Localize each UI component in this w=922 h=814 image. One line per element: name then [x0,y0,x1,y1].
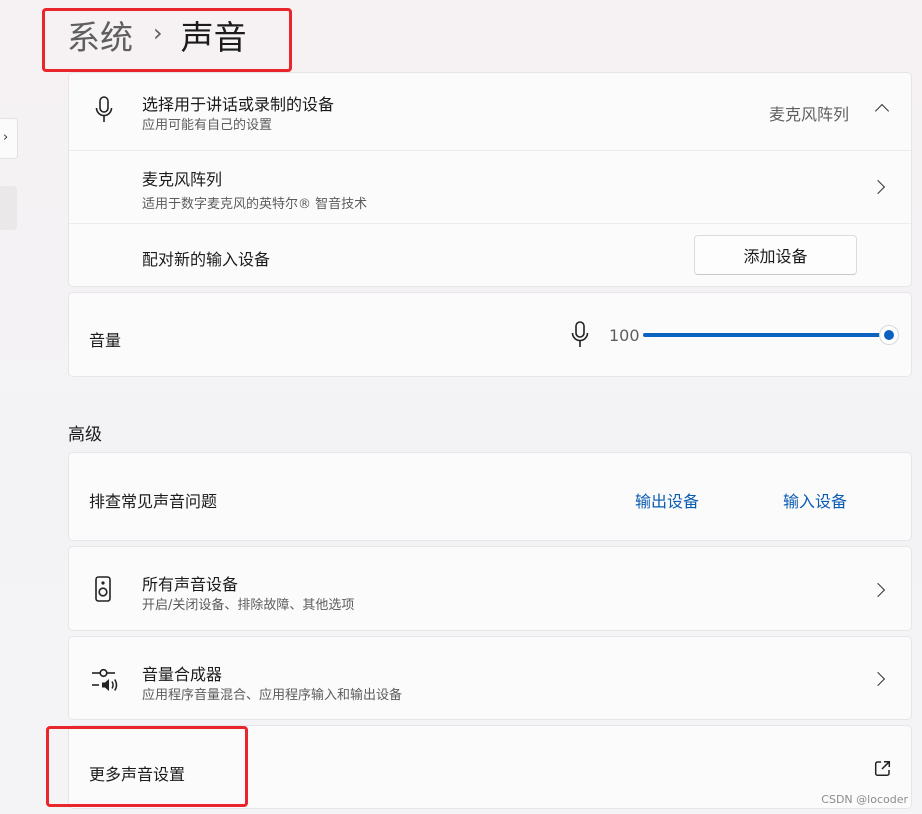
input-device-card: 选择用于讲话或录制的设备 应用可能有自己的设置 麦克风阵列 麦克风阵列 适用于数… [68,72,912,287]
volume-slider-track[interactable] [643,333,881,337]
chevron-right-icon [870,179,886,195]
highlight-box-title [42,8,292,72]
mixer-icon [92,668,118,691]
microphone-icon[interactable] [571,321,589,349]
device-row-subtitle: 适用于数字麦克风的英特尔® 智音技术 [142,197,368,212]
add-device-button[interactable]: 添加设备 [694,235,857,275]
mixer-subtitle: 应用程序音量混合、应用程序输入和输出设备 [142,688,403,703]
input-device-header[interactable]: 选择用于讲话或录制的设备 应用可能有自己的设置 麦克风阵列 [69,73,911,150]
chevron-right-icon [870,582,886,598]
volume-slider-thumb[interactable] [879,325,899,345]
mixer-title: 音量合成器 [142,665,223,684]
advanced-heading: 高级 [68,425,102,445]
chevron-right-icon [870,671,886,687]
volume-label: 音量 [89,331,122,350]
nav-back-icon: › [3,130,9,145]
volume-mixer-card[interactable]: 音量合成器 应用程序音量混合、应用程序输入和输出设备 [68,636,912,720]
input-device-title: 选择用于讲话或录制的设备 [142,95,335,114]
microphone-icon [95,96,113,122]
all-sound-devices-card[interactable]: 所有声音设备 开启/关闭设备、排除故障、其他选项 [68,546,912,631]
input-device-subtitle: 应用可能有自己的设置 [142,118,273,133]
device-row-mic-array[interactable]: 麦克风阵列 适用于数字麦克风的英特尔® 智音技术 [69,151,911,223]
troubleshoot-output-link[interactable]: 输出设备 [635,488,699,512]
watermark: CSDN @locoder [821,793,908,806]
speaker-icon [95,576,111,602]
open-external-icon [874,760,891,777]
volume-value: 100 [609,326,640,345]
nav-back-button[interactable]: › [0,118,18,159]
troubleshoot-title: 排查常见声音问题 [89,492,218,511]
all-devices-subtitle: 开启/关闭设备、排除故障、其他选项 [142,598,355,613]
volume-card: 音量 100 [68,292,912,377]
nav-selected-item[interactable] [0,186,17,230]
highlight-box-more-settings [46,726,248,807]
device-row-title: 麦克风阵列 [142,170,223,189]
input-device-selected: 麦克风阵列 [769,105,850,124]
pair-row-title: 配对新的输入设备 [142,250,271,269]
troubleshoot-card: 排查常见声音问题 输出设备 输入设备 [68,452,912,541]
chevron-up-icon[interactable] [874,103,890,119]
all-devices-title: 所有声音设备 [142,575,239,594]
troubleshoot-input-link[interactable]: 输入设备 [783,488,847,512]
pair-new-input-row: 配对新的输入设备 添加设备 [69,224,911,288]
